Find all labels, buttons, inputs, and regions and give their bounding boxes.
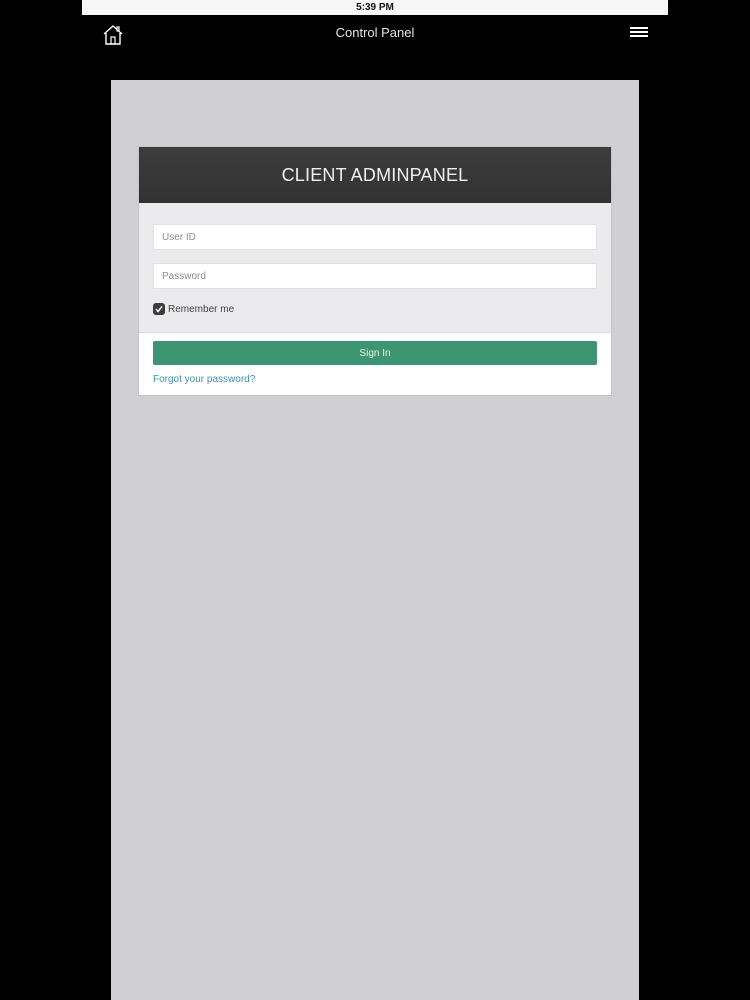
status-bar: 5:39 PM bbox=[82, 0, 668, 15]
checkmark-icon bbox=[155, 306, 163, 313]
login-actions: Sign In Forgot your password? bbox=[139, 333, 611, 395]
navigation-bar: Control Panel bbox=[82, 15, 668, 55]
login-panel: CLIENT ADMINPANEL Remember me Sign In Fo… bbox=[138, 146, 612, 396]
status-time: 5:39 PM bbox=[356, 2, 394, 13]
login-form: Remember me bbox=[139, 203, 611, 333]
login-panel-header: CLIENT ADMINPANEL bbox=[139, 147, 611, 203]
user-id-input[interactable] bbox=[153, 224, 597, 250]
main-content: CLIENT ADMINPANEL Remember me Sign In Fo… bbox=[111, 80, 639, 1000]
password-input[interactable] bbox=[153, 263, 597, 289]
remember-me-checkbox[interactable] bbox=[153, 303, 165, 315]
page-title: Control Panel bbox=[335, 25, 415, 40]
forgot-password-link[interactable]: Forgot your password? bbox=[153, 374, 255, 385]
hamburger-menu-icon[interactable] bbox=[630, 27, 648, 41]
sign-in-button[interactable]: Sign In bbox=[153, 341, 597, 365]
remember-me-row: Remember me bbox=[153, 302, 597, 316]
remember-me-label: Remember me bbox=[168, 303, 235, 315]
